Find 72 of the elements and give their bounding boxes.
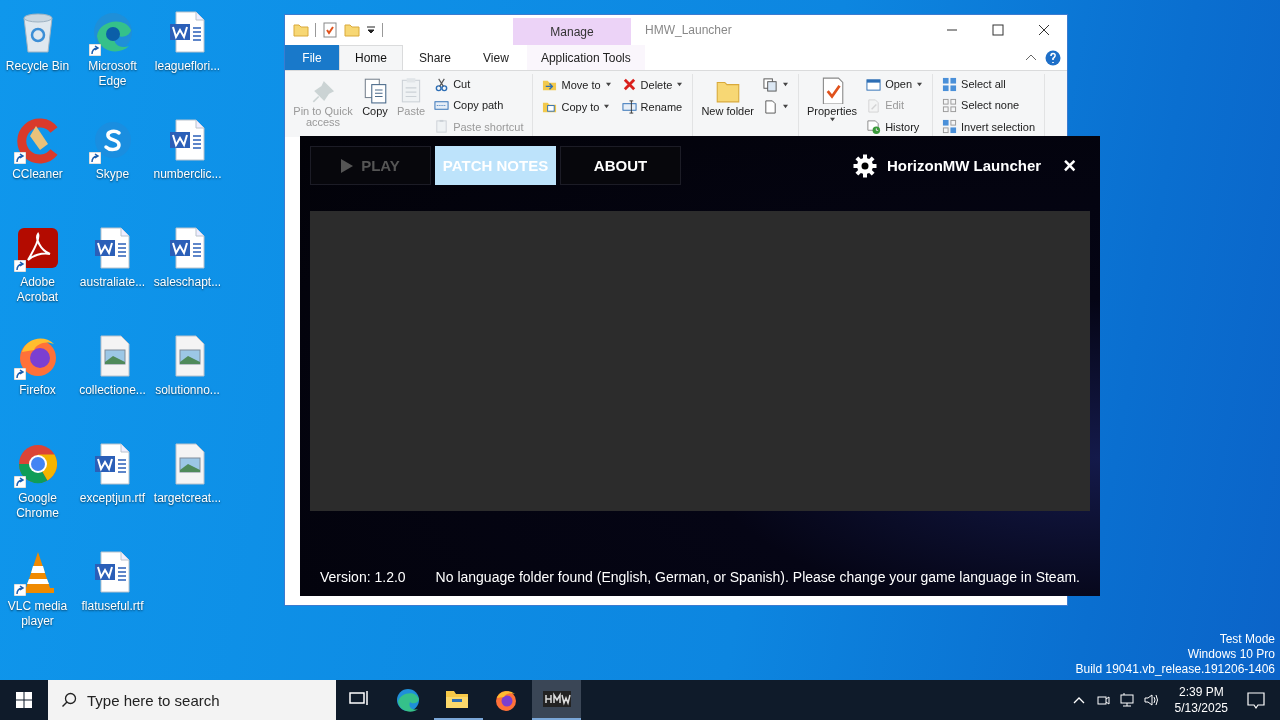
ribbon-button[interactable]: Properties <box>805 74 860 124</box>
launcher-tab[interactable]: ABOUT <box>560 146 681 185</box>
desktop-icon-label[interactable]: Skype <box>75 167 150 182</box>
clipboard-icon <box>434 119 450 135</box>
play-icon <box>341 158 354 173</box>
caret-icon[interactable] <box>366 25 376 35</box>
ribbon-button[interactable]: New folder <box>699 74 756 119</box>
clock-time: 2:39 PM <box>1178 684 1224 700</box>
desktop-icon-label[interactable]: leagueflori... <box>150 59 225 74</box>
close-button[interactable]: × <box>1059 152 1080 179</box>
search-field[interactable]: Type here to search <box>48 680 336 720</box>
desktop-icon-label[interactable]: numberclic... <box>150 167 225 182</box>
ribbon-button[interactable]: Copy path <box>431 95 527 116</box>
desktop-icon-label[interactable]: Microsoft Edge <box>75 59 150 89</box>
contextual-group-label: Manage <box>550 24 594 39</box>
ribbon-button[interactable]: Copy <box>359 74 391 119</box>
taskbar-button[interactable] <box>532 680 581 720</box>
network-icon[interactable] <box>1118 692 1135 708</box>
search-icon <box>61 692 77 708</box>
system-notice-text: Build 19041.vb_release.191206-1406 <box>1075 662 1275 677</box>
ribbon-button[interactable]: Rename <box>618 96 687 117</box>
clock[interactable]: 2:39 PM 5/13/2025 <box>1162 684 1240 716</box>
desktop-icon-label[interactable]: solutionno... <box>150 383 225 398</box>
status-message: No language folder found (English, German, or Spanish). Please change your game language in Steam. <box>435 569 1080 585</box>
ribbon-tab[interactable]: Home <box>339 45 403 70</box>
desktop-icon-label[interactable]: australiate... <box>75 275 150 290</box>
speaker-icon[interactable] <box>1142 692 1159 708</box>
desktop-icon-label[interactable]: flatuseful.rtf <box>75 599 150 614</box>
desktop-icon-label[interactable]: Adobe Acrobat <box>0 275 75 305</box>
launcher-title: HorizonMW Launcher <box>886 157 1042 174</box>
path-icon <box>434 98 450 113</box>
desktop-icon-label[interactable]: targetcreat... <box>150 491 225 506</box>
ribbon-button[interactable]: Delete <box>618 74 687 95</box>
delete-icon <box>621 77 637 92</box>
ribbon-tab[interactable]: Application Tools <box>526 45 645 70</box>
new-item-icon <box>763 77 778 92</box>
ribbon-button[interactable]: Select none <box>939 95 1039 116</box>
window-title: HMW_Launcher <box>645 23 732 37</box>
rename-icon <box>621 99 637 114</box>
settings-icon[interactable] <box>852 153 877 178</box>
scissors-icon <box>434 76 450 92</box>
grid-icon <box>942 76 958 92</box>
desktop-icon-label[interactable]: Recycle Bin <box>0 59 75 74</box>
desktop-icon-label[interactable]: Google Chrome <box>0 491 75 521</box>
desktop-icon-label[interactable]: Firefox <box>0 383 75 398</box>
desktop-icon-label[interactable]: saleschapt... <box>150 275 225 290</box>
notification-icon[interactable] <box>1246 690 1266 710</box>
ribbon-tab[interactable]: File <box>285 45 339 70</box>
ribbon-tab[interactable]: Share <box>403 45 468 70</box>
desktop-icon-label[interactable]: collectione... <box>75 383 150 398</box>
window-icon <box>866 76 882 92</box>
clock-date: 5/13/2025 <box>1174 700 1228 716</box>
ribbon-button[interactable]: History <box>863 116 927 137</box>
desktop-icon-label[interactable]: VLC media player <box>0 599 75 629</box>
ribbon-button[interactable]: Copy to <box>539 96 615 117</box>
system-notice-text: Test Mode <box>1219 632 1275 647</box>
grid-icon <box>942 98 958 113</box>
checkmark-document-icon[interactable] <box>322 22 338 38</box>
grid-icon <box>942 119 958 135</box>
ribbon-button[interactable]: Open <box>863 74 927 95</box>
ribbon-button[interactable]: Move to <box>539 74 615 95</box>
desktop-icon-label[interactable]: CCleaner <box>0 167 75 182</box>
ribbon-button[interactable]: Invert selection <box>939 116 1039 137</box>
ribbon-button[interactable]: Select all <box>939 74 1039 95</box>
ribbon-tab[interactable]: View <box>467 45 525 70</box>
ribbon-button[interactable]: Cut <box>431 74 527 95</box>
version-text: Version: 1.2.0 <box>320 569 406 585</box>
document-icon <box>763 99 778 114</box>
system-notice-text: Windows 10 Pro <box>1187 647 1275 662</box>
help-icon[interactable] <box>1045 49 1061 66</box>
desktop-icon-label[interactable]: exceptjun.rtf <box>75 491 150 506</box>
edit-icon <box>866 98 882 113</box>
